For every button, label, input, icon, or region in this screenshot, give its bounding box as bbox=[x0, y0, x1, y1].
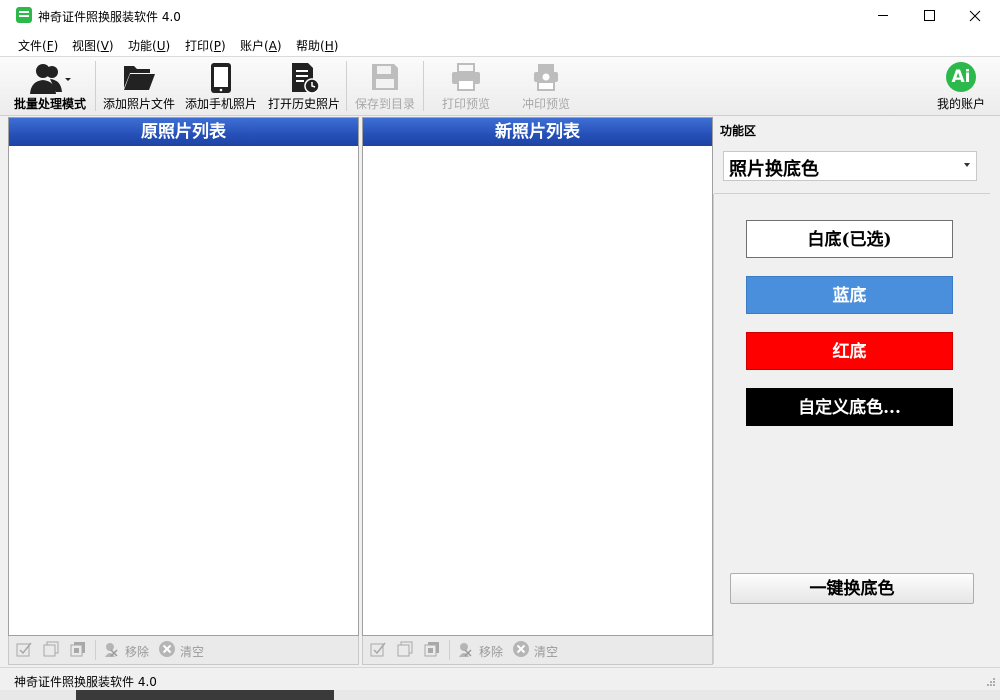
open-history-button[interactable]: 打开历史照片 bbox=[264, 57, 344, 115]
taskbar-fragment bbox=[76, 690, 334, 700]
function-select-value: 照片换底色 bbox=[729, 159, 819, 180]
chevron-down-icon bbox=[964, 163, 970, 167]
my-account-label: 我的账户 bbox=[936, 97, 985, 111]
app-icon bbox=[16, 7, 32, 23]
close-icon bbox=[969, 10, 981, 22]
close-button[interactable] bbox=[952, 0, 998, 32]
menu-file[interactable]: 文件(F) bbox=[18, 37, 58, 54]
status-bar: 神奇证件照换服装软件 4.0 bbox=[0, 667, 1000, 691]
original-photo-list-panel[interactable]: 原照片列表 bbox=[8, 117, 359, 636]
invert-selection-icon[interactable] bbox=[70, 641, 86, 657]
photo-print-icon bbox=[534, 64, 558, 91]
function-area-border bbox=[713, 194, 714, 664]
batch-mode-button[interactable]: 批量处理模式 bbox=[8, 57, 92, 115]
remove-label[interactable]: 移除 bbox=[479, 643, 503, 660]
clear-icon[interactable] bbox=[158, 640, 176, 658]
print-preview-button[interactable]: 打印预览 bbox=[428, 57, 504, 115]
save-to-directory-button[interactable]: 保存到目录 bbox=[350, 57, 420, 115]
invert-selection-icon[interactable] bbox=[424, 641, 440, 657]
my-account-button[interactable]: Ai 我的账户 bbox=[932, 57, 990, 115]
check-all-icon[interactable] bbox=[370, 641, 386, 657]
remove-label[interactable]: 移除 bbox=[125, 643, 149, 660]
footer-separator bbox=[95, 640, 96, 660]
function-area-title: 功能区 bbox=[720, 124, 757, 138]
red-background-button[interactable]: 红底 bbox=[746, 332, 953, 370]
menu-view[interactable]: 视图(V) bbox=[72, 37, 114, 54]
folder-open-icon bbox=[124, 66, 155, 90]
toolbar-separator bbox=[346, 61, 347, 111]
new-photo-list-panel[interactable]: 新照片列表 bbox=[362, 117, 713, 636]
printer-icon bbox=[452, 63, 480, 91]
add-photo-file-button[interactable]: 添加照片文件 bbox=[100, 57, 178, 115]
one-click-change-background-button[interactable]: 一键换底色 bbox=[730, 573, 974, 604]
users-icon bbox=[30, 64, 71, 94]
clear-label[interactable]: 清空 bbox=[180, 643, 204, 660]
function-select[interactable]: 照片换底色 bbox=[723, 151, 977, 181]
remove-icon[interactable] bbox=[456, 641, 472, 657]
check-all-icon[interactable] bbox=[16, 641, 32, 657]
clear-icon[interactable] bbox=[512, 640, 530, 658]
save-disk-icon bbox=[372, 64, 398, 90]
minimize-button[interactable] bbox=[860, 0, 906, 32]
function-area-divider bbox=[714, 193, 990, 194]
menu-function[interactable]: 功能(U) bbox=[128, 37, 170, 54]
add-photo-file-label: 添加照片文件 bbox=[102, 97, 175, 111]
history-document-icon bbox=[292, 63, 320, 94]
print-preview-label: 打印预览 bbox=[441, 97, 490, 111]
batch-mode-label: 批量处理模式 bbox=[13, 97, 86, 111]
maximize-button[interactable] bbox=[906, 0, 952, 32]
white-background-button[interactable]: 白底(已选) bbox=[746, 220, 953, 258]
toolbar: 批量处理模式 添加照片文件 添加手机照片 打开历史照片 保存到目录 打印预览 冲… bbox=[0, 57, 1000, 116]
clear-label[interactable]: 清空 bbox=[534, 643, 558, 660]
custom-background-button[interactable]: 自定义底色... bbox=[746, 388, 953, 426]
menu-bar: 文件(F) 视图(V) 功能(U) 打印(P) 账户(A) 帮助(H) bbox=[0, 32, 1000, 57]
develop-preview-button[interactable]: 冲印预览 bbox=[510, 57, 582, 115]
open-history-label: 打开历史照片 bbox=[267, 97, 340, 111]
original-photo-list-footer: 移除 清空 bbox=[8, 636, 359, 665]
menu-print[interactable]: 打印(P) bbox=[185, 37, 226, 54]
toolbar-separator bbox=[423, 61, 424, 111]
title-bar[interactable]: 神奇证件照换服装软件 4.0 bbox=[0, 0, 1000, 32]
add-phone-photo-button[interactable]: 添加手机照片 bbox=[182, 57, 260, 115]
menu-help[interactable]: 帮助(H) bbox=[296, 37, 338, 54]
new-photo-list-footer: 移除 清空 bbox=[362, 636, 713, 665]
window-title: 神奇证件照换服装软件 4.0 bbox=[38, 10, 181, 24]
develop-preview-label: 冲印预览 bbox=[521, 97, 570, 111]
uncheck-all-icon[interactable] bbox=[43, 641, 59, 657]
blue-background-button[interactable]: 蓝底 bbox=[746, 276, 953, 314]
status-text: 神奇证件照换服装软件 4.0 bbox=[14, 675, 157, 689]
add-phone-photo-label: 添加手机照片 bbox=[184, 97, 257, 111]
mobile-phone-icon bbox=[211, 63, 231, 93]
original-photo-list-header: 原照片列表 bbox=[9, 118, 358, 146]
uncheck-all-icon[interactable] bbox=[397, 641, 413, 657]
toolbar-separator bbox=[95, 61, 96, 111]
save-to-directory-label: 保存到目录 bbox=[354, 97, 415, 111]
new-photo-list-header: 新照片列表 bbox=[363, 118, 712, 146]
footer-separator bbox=[449, 640, 450, 660]
remove-icon[interactable] bbox=[102, 641, 118, 657]
menu-account[interactable]: 账户(A) bbox=[240, 37, 282, 54]
resize-grip-icon[interactable] bbox=[986, 677, 996, 687]
account-avatar-icon: Ai bbox=[946, 62, 976, 92]
